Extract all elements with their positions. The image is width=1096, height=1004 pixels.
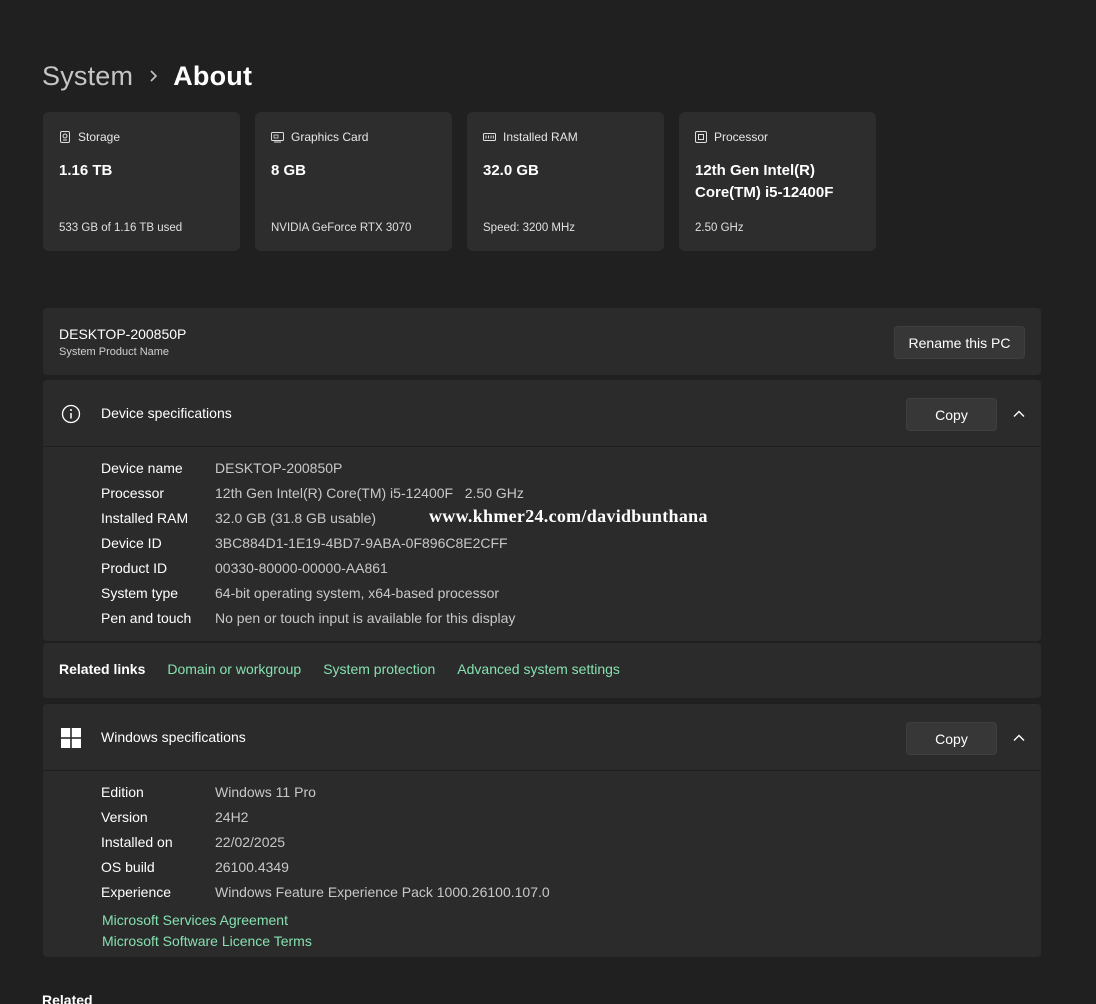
card-title: Installed RAM (503, 130, 578, 144)
breadcrumb: System About (42, 58, 252, 94)
card-title: Graphics Card (291, 130, 369, 144)
spec-label: Experience (101, 883, 172, 900)
spec-label: Edition (101, 783, 144, 800)
card-title: Storage (78, 130, 121, 144)
spec-value: Windows 11 Pro (215, 783, 316, 800)
spec-label: Installed on (101, 833, 173, 850)
spec-value: No pen or touch input is available for t… (215, 609, 516, 626)
spec-label: OS build (101, 858, 155, 875)
card-subtitle: Speed: 3200 MHz (483, 222, 576, 234)
windows-specifications-panel: Windows specifications Copy Edition Wind… (43, 704, 1041, 957)
summary-cards: Storage 1.16 TB 533 GB of 1.16 TB used G… (43, 112, 876, 251)
system-protection-link[interactable]: System protection (323, 661, 435, 677)
processor-icon (695, 131, 707, 143)
card-subtitle: NVIDIA GeForce RTX 3070 (271, 222, 412, 234)
installed-ram-card[interactable]: Installed RAM 32.0 GB Speed: 3200 MHz (467, 112, 664, 251)
spec-label: Version (101, 808, 148, 825)
domain-or-workgroup-link[interactable]: Domain or workgroup (167, 661, 301, 677)
card-value: 12th Gen Intel(R) Core(TM) i5-12400F (695, 162, 834, 201)
storage-icon (60, 131, 70, 143)
device-specifications-list: Device name DESKTOP-200850P Processor 12… (43, 380, 1041, 630)
spec-row-device-name: Device name DESKTOP-200850P (101, 455, 1041, 480)
spec-row-os-build: OS build 26100.4349 (101, 854, 1041, 879)
spec-row-device-id: Device ID 3BC884D1-1E19-4BD7-9ABA-0F896C… (101, 530, 1041, 555)
page-title: About (173, 60, 253, 91)
spec-label: Pen and touch (101, 609, 192, 626)
storage-card[interactable]: Storage 1.16 TB 533 GB of 1.16 TB used (43, 112, 240, 251)
system-product-name: System Product Name (59, 346, 170, 358)
spec-row-installed-on: Installed on 22/02/2025 (101, 829, 1041, 854)
spec-label: Device name (101, 459, 183, 476)
card-value: 8 GB (271, 162, 307, 179)
spec-label: Product ID (101, 559, 168, 576)
advanced-system-settings-link[interactable]: Advanced system settings (457, 661, 620, 677)
card-value: 1.16 TB (59, 162, 113, 179)
graphics-card-icon (271, 132, 284, 143)
spec-row-version: Version 24H2 (101, 804, 1041, 829)
spec-value: 24H2 (215, 808, 249, 825)
spec-row-experience: Experience Windows Feature Experience Pa… (101, 879, 1041, 904)
spec-value: Windows Feature Experience Pack 1000.261… (215, 883, 550, 900)
watermark-text: www.khmer24.com/davidbunthana (429, 506, 708, 526)
windows-specifications-list: Edition Windows 11 Pro Version 24H2 Inst… (43, 704, 1041, 952)
microsoft-services-agreement-link[interactable]: Microsoft Services Agreement (102, 910, 1041, 931)
spec-value: 3BC884D1-1E19-4BD7-9ABA-0F896C8E2CFF (215, 534, 508, 551)
card-subtitle: 533 GB of 1.16 TB used (59, 222, 183, 234)
pc-name-panel: DESKTOP-200850P System Product Name Rena… (43, 308, 1041, 375)
spec-label: Processor (101, 484, 165, 501)
related-section-heading: Related (42, 992, 93, 1004)
spec-value: DESKTOP-200850P (215, 459, 343, 476)
spec-label: Device ID (101, 534, 162, 551)
card-title: Processor (714, 130, 769, 144)
spec-row-pen-and-touch: Pen and touch No pen or touch input is a… (101, 605, 1041, 630)
related-links-panel: Related links Domain or workgroup System… (43, 643, 1041, 698)
spec-row-processor: Processor 12th Gen Intel(R) Core(TM) i5-… (101, 480, 1041, 505)
spec-value: 22/02/2025 (215, 833, 286, 850)
breadcrumb-system[interactable]: System (42, 61, 133, 92)
spec-label: System type (101, 584, 179, 601)
graphics-card-card[interactable]: Graphics Card 8 GB NVIDIA GeForce RTX 30… (255, 112, 452, 251)
ram-icon (483, 133, 496, 141)
settings-page: System About Storage 1.16 TB 533 GB of 1… (0, 0, 1096, 1004)
rename-pc-button[interactable]: Rename this PC (894, 326, 1025, 359)
spec-value: 32.0 GB (31.8 GB usable) (215, 509, 377, 526)
spec-row-system-type: System type 64-bit operating system, x64… (101, 580, 1041, 605)
device-specifications-panel: Device specifications Copy Device name D… (43, 380, 1041, 641)
pc-name: DESKTOP-200850P (59, 326, 187, 342)
spec-value: 00330-80000-00000-AA861 (215, 559, 388, 576)
related-links-title: Related links (59, 661, 146, 677)
spec-row-edition: Edition Windows 11 Pro (101, 779, 1041, 804)
card-subtitle: 2.50 GHz (695, 222, 744, 234)
chevron-right-icon (133, 69, 173, 83)
spec-row-product-id: Product ID 00330-80000-00000-AA861 (101, 555, 1041, 580)
card-value: 32.0 GB (483, 162, 539, 179)
spec-value: 26100.4349 (215, 858, 289, 875)
windows-license-links: Microsoft Services Agreement Microsoft S… (102, 910, 1041, 952)
spec-label: Installed RAM (101, 509, 189, 526)
microsoft-software-licence-terms-link[interactable]: Microsoft Software Licence Terms (102, 931, 1041, 952)
spec-value: 64-bit operating system, x64-based proce… (215, 584, 500, 601)
processor-card[interactable]: Processor 12th Gen Intel(R) Core(TM) i5-… (679, 112, 876, 251)
spec-value: 12th Gen Intel(R) Core(TM) i5-12400F 2.5… (215, 484, 524, 501)
